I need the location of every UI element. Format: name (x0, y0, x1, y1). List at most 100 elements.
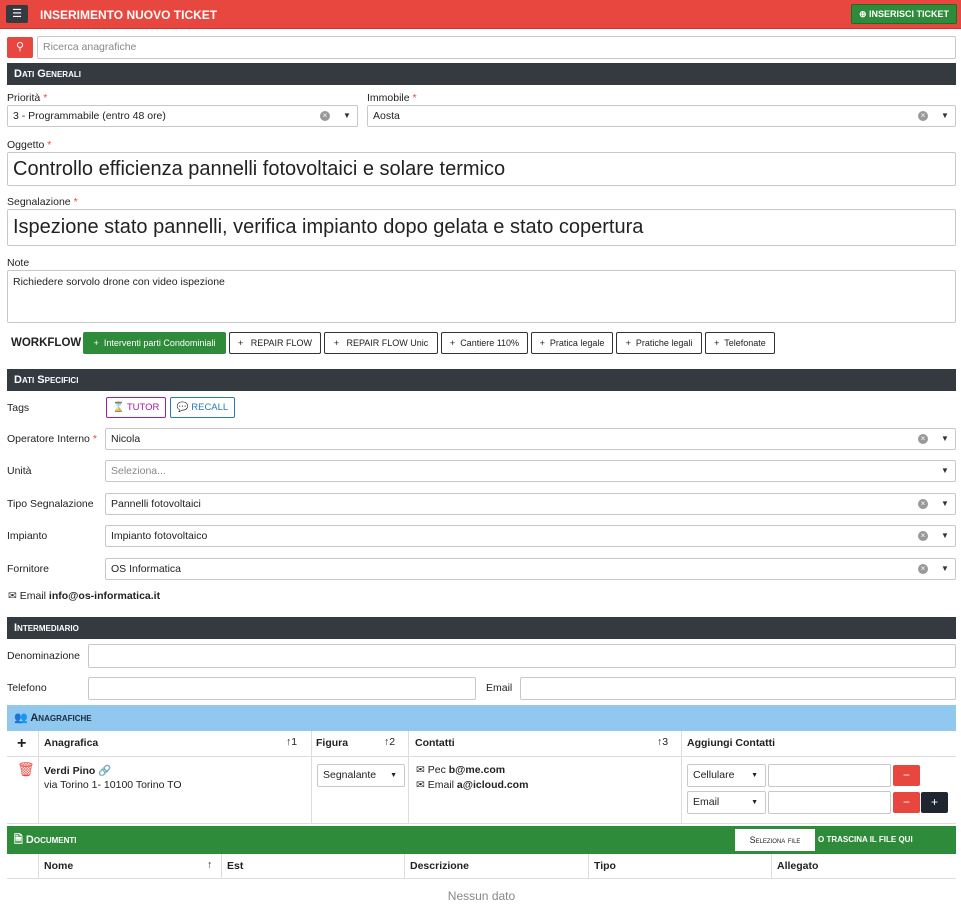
file-icon: 🗎 (14, 834, 23, 846)
col-figura[interactable]: Figura (316, 737, 348, 749)
tag-tutor-label: TUTOR (126, 402, 160, 413)
divider (221, 854, 222, 878)
fornitore-email: ✉ Email info@os-informatica.it (8, 590, 161, 602)
empty-message: Nessun dato (447, 889, 516, 903)
remove-contact-button[interactable]: − (893, 765, 920, 786)
operatore-select[interactable]: Nicola (105, 428, 956, 450)
telefono-input[interactable] (88, 677, 476, 700)
clear-icon[interactable]: × (918, 564, 928, 574)
workflow-repair-flow-unic-button[interactable]: + REPAIR FLOW Unic (324, 332, 438, 354)
email-value[interactable]: a@icloud.com (457, 779, 529, 791)
workflow-repair-flow-button[interactable]: + REPAIR FLOW (229, 332, 321, 354)
tag-tutor[interactable]: ⌛ TUTOR (106, 397, 166, 418)
tag-recall[interactable]: 💬 RECALL (170, 397, 235, 418)
clear-icon[interactable]: × (918, 434, 928, 444)
denominazione-input[interactable] (88, 644, 956, 668)
contact-type-select[interactable]: Cellulare ▼ (687, 764, 766, 787)
search-button[interactable]: ⚲ (7, 37, 33, 58)
segnalazione-input[interactable]: Ispezione stato pannelli, verifica impia… (7, 209, 956, 246)
contact-value-input[interactable] (768, 791, 891, 814)
impianto-label: Impianto (7, 530, 48, 542)
clear-icon[interactable]: × (918, 531, 928, 541)
section-dati-generali: Dati Generali (7, 63, 956, 85)
clear-icon[interactable]: × (320, 111, 330, 121)
contact-pec: ✉ Pec b@me.com (416, 764, 506, 776)
figura-select[interactable]: Segnalante ▼ (317, 764, 405, 787)
chevron-down-icon[interactable]: ▼ (343, 111, 351, 120)
chevron-down-icon[interactable]: ▼ (941, 434, 949, 443)
select-file-button[interactable]: Seleziona file (735, 829, 815, 851)
col-anagrafica[interactable]: Anagrafica (44, 737, 98, 749)
link-icon[interactable]: 🔗 (98, 765, 111, 777)
workflow-cantiere-button[interactable]: + Cantiere 110% (441, 332, 528, 354)
workflow-label-3: Cantiere 110% (460, 338, 520, 348)
clear-icon[interactable]: × (918, 111, 928, 121)
add-contact-button[interactable]: + (921, 792, 948, 813)
contact-type-value: Email (693, 796, 720, 808)
intermediario-email-input[interactable] (520, 677, 956, 700)
col-nome[interactable]: Nome (44, 860, 73, 872)
col-est[interactable]: Est (227, 860, 243, 872)
chevron-down-icon[interactable]: ▼ (941, 466, 949, 475)
sort-arrow-icon[interactable]: ↑ (207, 859, 212, 871)
clear-icon[interactable]: × (918, 499, 928, 509)
menu-icon[interactable]: ☰ (6, 5, 28, 23)
chevron-down-icon[interactable]: ▼ (941, 564, 949, 573)
add-anagrafica-button[interactable]: + (17, 735, 26, 753)
search-icon: ⚲ (15, 41, 25, 53)
fornitore-email-value[interactable]: info@os-informatica.it (49, 590, 160, 602)
sort-icon[interactable]: ↑2 (384, 736, 395, 748)
sort-icon[interactable]: ↑3 (657, 736, 668, 748)
chevron-down-icon[interactable]: ▼ (941, 499, 949, 508)
operatore-label: Operatore Interno * (7, 433, 97, 445)
chevron-down-icon: ▼ (390, 772, 397, 779)
immobile-select[interactable]: Aosta (367, 105, 956, 127)
intermediario-email-label: Email (486, 682, 513, 694)
divider (588, 854, 589, 878)
col-tipo[interactable]: Tipo (594, 860, 616, 872)
impianto-select[interactable]: Impianto fotovoltaico (105, 525, 956, 547)
chevron-down-icon[interactable]: ▼ (941, 111, 949, 120)
col-contatti[interactable]: Contatti (415, 737, 455, 749)
workflow-pratica-legale-button[interactable]: + Pratica legale (531, 332, 613, 354)
priorita-select[interactable]: 3 - Programmabile (entro 48 ore) (7, 105, 358, 127)
contact-type-select[interactable]: Email ▼ (687, 791, 766, 814)
insert-ticket-button[interactable]: ⊕ INSERISCI TICKET (851, 4, 957, 24)
contact-value-input[interactable] (768, 764, 891, 787)
top-bar: ☰ INSERIMENTO NUOVO TICKET ⊕ INSERISCI T… (0, 0, 961, 29)
search-input[interactable]: Ricerca anagrafiche (37, 36, 956, 59)
divider (38, 731, 39, 823)
divider (7, 878, 956, 879)
tag-recall-label: RECALL (191, 402, 229, 413)
oggetto-label: Oggetto * (7, 139, 52, 151)
users-icon: 👥 (14, 712, 28, 724)
chat-icon: 💬 (176, 402, 189, 413)
envelope-icon: ✉ (416, 764, 425, 776)
fornitore-select[interactable]: OS Informatica (105, 558, 956, 580)
col-descrizione[interactable]: Descrizione (410, 860, 469, 872)
col-allegato[interactable]: Allegato (777, 860, 818, 872)
divider (311, 731, 312, 823)
unita-label: Unità (7, 465, 32, 477)
drop-text: O TRASCINA IL FILE QUI (818, 835, 913, 844)
remove-contact-button[interactable]: − (893, 792, 920, 813)
trash-icon[interactable]: 🗑 (17, 761, 35, 778)
workflow-telefonate-button[interactable]: + Telefonate (705, 332, 775, 354)
oggetto-input[interactable]: Controllo efficienza pannelli fotovoltai… (7, 152, 956, 186)
anagrafica-name[interactable]: Verdi Pino 🔗 (44, 764, 111, 777)
workflow-pratiche-legali-button[interactable]: + Pratiche legali (616, 332, 702, 354)
pec-value[interactable]: b@me.com (449, 764, 505, 776)
divider (404, 854, 405, 878)
tipo-segnalazione-select[interactable]: Pannelli fotovoltaici (105, 493, 956, 515)
hourglass-icon: ⌛ (112, 402, 125, 413)
sort-icon[interactable]: ↑1 (286, 736, 297, 748)
priorita-label: Priorità * (7, 92, 48, 104)
note-textarea[interactable]: Richiedere sorvolo drone con video ispez… (7, 270, 956, 323)
workflow-interventi-button[interactable]: + Interventi parti Condominiali (83, 332, 226, 354)
divider (7, 756, 956, 757)
divider (681, 731, 682, 823)
chevron-down-icon[interactable]: ▼ (941, 531, 949, 540)
divider (771, 854, 772, 878)
unita-select[interactable]: Seleziona... (105, 460, 956, 482)
immobile-label: Immobile * (367, 92, 417, 104)
